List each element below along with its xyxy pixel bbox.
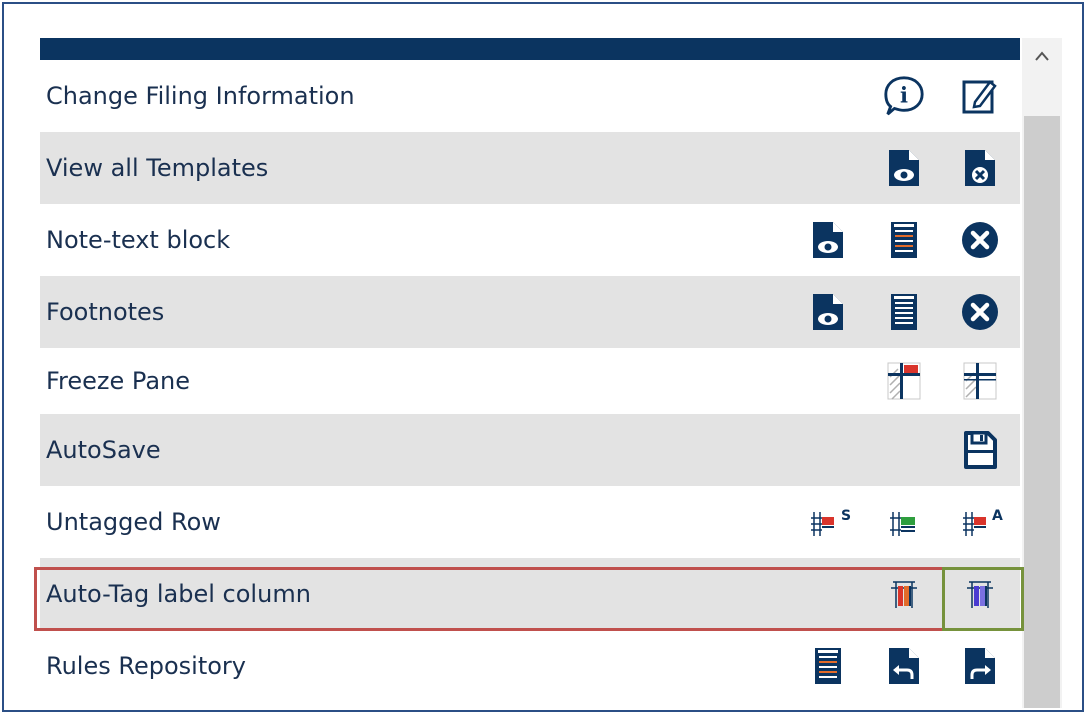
row-rules-repository: Rules Repository (40, 630, 1020, 702)
row-note-text-block: Note-text block (40, 204, 1020, 276)
row-auto-tag-label-column: Auto-Tag label column (40, 558, 1020, 630)
untagged-row-a-icon[interactable]: A (960, 500, 1004, 544)
freeze-pane-icon[interactable] (958, 359, 1002, 403)
text-block-icon[interactable] (882, 218, 926, 262)
scroll-up-button[interactable] (1022, 38, 1062, 74)
row-label: Rules Repository (46, 652, 246, 680)
document-view-icon[interactable] (882, 146, 926, 190)
row-change-filing-information: Change Filing Information i (40, 60, 1020, 132)
row-label: Footnotes (46, 298, 165, 326)
row-label: Change Filing Information (46, 82, 355, 110)
row-label: Note-text block (46, 226, 231, 254)
close-circle-icon[interactable] (958, 290, 1002, 334)
row-label: AutoSave (46, 436, 161, 464)
close-circle-icon[interactable] (958, 218, 1002, 262)
save-icon[interactable] (958, 428, 1002, 472)
auto-tag-blue-icon[interactable] (958, 572, 1002, 616)
scrollbar-thumb[interactable] (1024, 116, 1060, 708)
chevron-up-icon (1035, 51, 1049, 61)
document-view-icon[interactable] (806, 290, 850, 334)
untagged-row-green-icon[interactable] (882, 500, 926, 544)
auto-tag-red-icon[interactable] (882, 572, 926, 616)
info-bubble-icon[interactable]: i (882, 74, 926, 118)
row-label: Untagged Row (46, 508, 221, 536)
panel-frame: Change Filing Information i View all Tem… (2, 2, 1084, 712)
row-untagged-row: Untagged Row S A (40, 486, 1020, 558)
document-undo-icon[interactable] (882, 644, 926, 688)
svg-text:i: i (900, 83, 908, 108)
document-redo-icon[interactable] (958, 644, 1002, 688)
row-freeze-pane: Freeze Pane (40, 348, 1020, 414)
freeze-pane-red-icon[interactable] (882, 359, 926, 403)
vertical-scrollbar[interactable] (1022, 38, 1062, 708)
edit-note-icon[interactable] (958, 74, 1002, 118)
svg-text:A: A (992, 508, 1003, 524)
row-autosave: AutoSave (40, 414, 1020, 486)
row-label: Auto-Tag label column (46, 580, 311, 608)
text-block-icon[interactable] (806, 644, 850, 688)
panel-header-bar (40, 38, 1020, 60)
text-block-icon[interactable] (882, 290, 926, 334)
svg-text:S: S (841, 508, 851, 524)
row-label: Freeze Pane (46, 367, 190, 395)
untagged-row-s-icon[interactable]: S (808, 500, 852, 544)
row-view-all-templates: View all Templates (40, 132, 1020, 204)
row-label: View all Templates (46, 154, 269, 182)
row-footnotes: Footnotes (40, 276, 1020, 348)
options-list: Change Filing Information i View all Tem… (40, 60, 1020, 702)
document-view-icon[interactable] (806, 218, 850, 262)
document-close-icon[interactable] (958, 146, 1002, 190)
